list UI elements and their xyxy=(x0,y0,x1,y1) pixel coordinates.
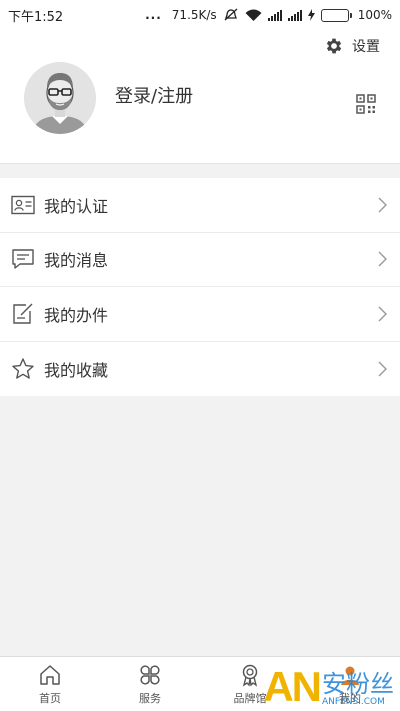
chevron-right-icon xyxy=(378,251,387,267)
menu-item-favorites[interactable]: 我的收藏 xyxy=(0,342,400,397)
qr-code-icon[interactable] xyxy=(356,94,376,114)
network-speed: 71.5K/s xyxy=(171,8,217,22)
status-bar: 下午1:52 ... 71.5K/s 100% xyxy=(0,0,400,30)
message-icon xyxy=(10,246,36,272)
user-icon xyxy=(341,666,359,685)
avatar[interactable] xyxy=(24,62,96,134)
star-icon xyxy=(10,356,36,382)
home-icon xyxy=(40,664,60,685)
signal-icon xyxy=(287,9,302,21)
battery-percent: 100% xyxy=(357,8,392,22)
tab-services[interactable]: 服务 xyxy=(100,657,200,711)
edit-document-icon xyxy=(10,301,36,327)
menu-list: 我的认证 我的消息 我的办件 我的收藏 xyxy=(0,178,400,396)
menu-item-cases[interactable]: 我的办件 xyxy=(0,287,400,342)
tab-label: 服务 xyxy=(139,691,161,705)
tab-brand-hall[interactable]: 品牌馆 xyxy=(200,657,300,711)
charging-icon xyxy=(307,9,315,21)
chevron-right-icon xyxy=(378,306,387,322)
chevron-right-icon xyxy=(378,361,387,377)
gear-icon xyxy=(326,38,342,54)
battery-icon xyxy=(320,8,352,22)
status-indicators: ... 71.5K/s 100% xyxy=(145,8,392,22)
wifi-icon xyxy=(245,9,262,21)
status-time: 下午1:52 xyxy=(8,9,64,25)
tab-label: 首页 xyxy=(39,691,61,705)
settings-button[interactable]: 设置 xyxy=(324,34,380,58)
chevron-right-icon xyxy=(378,197,387,213)
signal-icon xyxy=(267,9,282,21)
grid-icon xyxy=(140,664,160,685)
id-card-icon xyxy=(10,192,36,218)
status-dots: ... xyxy=(145,8,162,22)
login-register-link[interactable]: 登录/注册 xyxy=(115,82,193,108)
tab-home[interactable]: 首页 xyxy=(0,657,100,711)
menu-item-messages[interactable]: 我的消息 xyxy=(0,233,400,287)
menu-item-label: 我的认证 xyxy=(44,196,109,216)
alarm-off-icon xyxy=(224,8,238,21)
tab-label: 我的 xyxy=(339,691,361,705)
tab-label: 品牌馆 xyxy=(233,691,267,705)
menu-item-label: 我的消息 xyxy=(44,251,109,271)
menu-item-label: 我的办件 xyxy=(44,305,109,325)
bottom-tab-bar: 首页 服务 品牌馆 我的 xyxy=(0,656,400,711)
award-icon xyxy=(242,664,258,687)
user-avatar-illustration xyxy=(24,62,96,134)
tab-mine[interactable]: 我的 xyxy=(300,657,400,711)
menu-item-label: 我的收藏 xyxy=(44,360,109,380)
menu-item-certification[interactable]: 我的认证 xyxy=(0,178,400,233)
profile-header: 设置 登录/注册 xyxy=(0,30,400,164)
settings-label: 设置 xyxy=(352,39,380,55)
